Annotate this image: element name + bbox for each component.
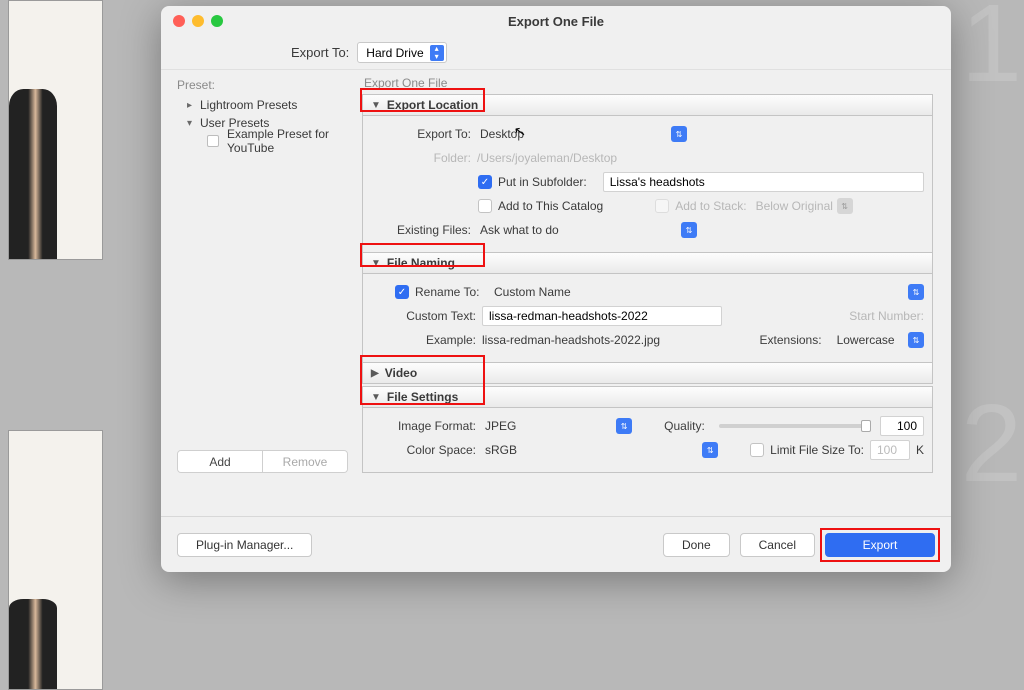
dialog-footer: Plug-in Manager... Done Cancel Export [161,516,951,572]
bg-number-2: 2 [961,380,1022,507]
rename-select[interactable]: Custom Name ⇅ [491,282,924,302]
slider-thumb[interactable] [861,420,871,432]
color-space-select[interactable]: sRGB ⇅ [482,440,718,460]
export-to-label: Export To: [291,45,349,60]
preset-panel: Preset: ▸ Lightroom Presets ▾ User Prese… [161,70,356,516]
quality-label: Quality: [664,419,705,433]
section-title: File Settings [387,390,458,404]
bg-thumb-bottom [8,430,103,690]
titlebar: Export One File [161,6,951,36]
section-title: File Naming [387,256,455,270]
preset-header: Preset: [177,78,348,92]
export-button[interactable]: Export [825,533,935,557]
quality-slider[interactable] [719,424,866,428]
add-catalog-label: Add to This Catalog [498,199,603,213]
chevron-down-icon: ▼ [371,258,381,269]
subfolder-label: Put in Subfolder: [498,175,587,189]
section-title: Export Location [387,98,478,112]
bg-thumb-top [8,0,103,260]
example-label: Example: [371,333,476,347]
add-stack-label: Add to Stack: [675,199,746,213]
bg-person [9,89,57,259]
custom-text-input[interactable] [482,306,722,326]
cancel-button[interactable]: Cancel [740,533,815,557]
plugin-manager-button[interactable]: Plug-in Manager... [177,533,312,557]
start-number-label: Start Number: [728,309,924,323]
content-subtitle: Export One File [364,76,933,90]
add-catalog-checkbox[interactable] [478,199,492,213]
add-stack-select: Below Original ⇅ [753,196,853,216]
chevron-updown-icon: ⇅ [671,126,687,142]
add-stack-checkbox [655,199,669,213]
section-export-location[interactable]: ▼ Export Location [362,94,933,116]
chevron-down-icon: ▼ [371,392,381,403]
color-space-value: sRGB [485,443,517,457]
chevron-updown-icon: ⇅ [908,332,924,348]
image-format-label: Image Format: [371,419,476,433]
subfolder-checkbox[interactable]: ✓ [478,175,492,189]
export-location-select[interactable]: Desktop ⇅ [477,124,687,144]
existing-files-select[interactable]: Ask what to do ⇅ [477,220,697,240]
extensions-value: Lowercase [837,333,895,347]
section-title: Video [385,366,417,380]
chevron-updown-icon: ⇅ [908,284,924,300]
section-file-naming[interactable]: ▼ File Naming [362,252,933,274]
folder-path: /Users/joyaleman/Desktop [477,151,617,165]
dialog-title: Export One File [161,14,951,29]
export-dialog: Export One File Export To: Hard Drive ▴▾… [161,6,951,572]
quality-input[interactable] [880,416,924,436]
remove-preset-button[interactable]: Remove [262,451,347,472]
rename-label: Rename To: [415,285,485,299]
extensions-label: Extensions: [760,333,822,347]
checkbox-empty[interactable] [207,135,219,147]
rename-value: Custom Name [494,285,571,299]
chevron-right-icon: ▸ [187,100,196,111]
limit-filesize-unit: K [916,443,924,457]
chevron-right-icon: ▶ [371,368,379,379]
export-to-select[interactable]: Hard Drive ▴▾ [357,42,446,63]
preset-item-label: Example Preset for YouTube [227,127,348,155]
chevron-updown-icon: ⇅ [702,442,718,458]
rename-checkbox[interactable]: ✓ [395,285,409,299]
export-to-value: Hard Drive [366,46,423,60]
bg-person [9,599,57,689]
chevron-updown-icon: ⇅ [837,198,853,214]
existing-files-value: Ask what to do [480,223,559,237]
limit-filesize-input [870,440,910,460]
add-stack-value: Below Original [756,199,833,213]
export-destination-bar: Export To: Hard Drive ▴▾ [161,36,951,70]
chevron-down-icon: ▼ [371,100,381,111]
existing-files-label: Existing Files: [371,223,471,237]
preset-group-label: Lightroom Presets [200,98,297,112]
chevron-updown-icon: ▴▾ [430,45,444,61]
chevron-updown-icon: ⇅ [616,418,632,434]
limit-filesize-checkbox[interactable] [750,443,764,457]
chevron-down-icon: ▾ [187,118,196,129]
export-settings: Export One File ▼ Export Location Export… [356,70,951,516]
export-to-label: Export To: [371,127,471,141]
section-video[interactable]: ▶ Video [362,362,933,384]
bg-number-1: 1 [961,0,1022,107]
image-format-select[interactable]: JPEG ⇅ [482,416,632,436]
custom-text-label: Custom Text: [371,309,476,323]
preset-item[interactable]: Example Preset for YouTube [177,132,348,150]
example-value: lissa-redman-headshots-2022.jpg [482,333,660,347]
image-format-value: JPEG [485,419,516,433]
color-space-label: Color Space: [371,443,476,457]
folder-label: Folder: [371,151,471,165]
add-preset-button[interactable]: Add [178,451,262,472]
section-file-settings[interactable]: ▼ File Settings [362,386,933,408]
done-button[interactable]: Done [663,533,730,557]
extensions-select[interactable]: Lowercase ⇅ [834,330,924,350]
preset-group-lightroom[interactable]: ▸ Lightroom Presets [177,96,348,114]
subfolder-input[interactable] [603,172,924,192]
chevron-updown-icon: ⇅ [681,222,697,238]
limit-filesize-label: Limit File Size To: [770,443,864,457]
